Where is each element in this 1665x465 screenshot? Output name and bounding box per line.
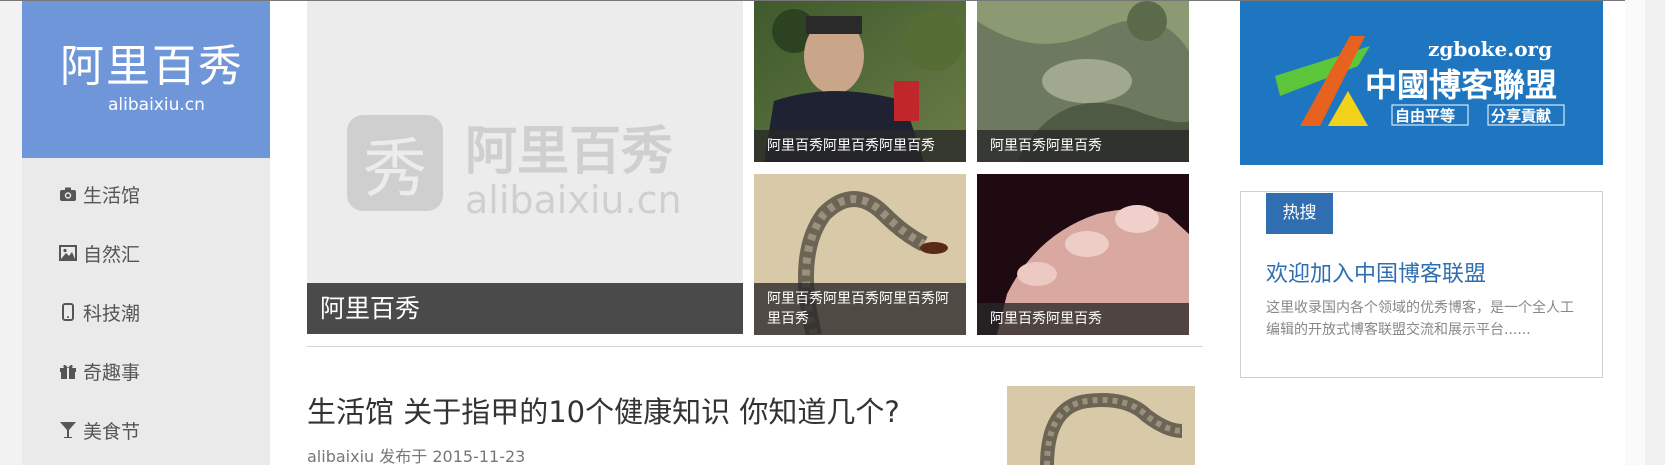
image-icon [58, 243, 78, 263]
post-title[interactable]: 生活馆 关于指甲的10个健康知识 你知道几个? [307, 394, 927, 430]
main-content: 秀 阿里百秀 alibaixiu.cn 阿里百秀 阿里百秀阿里百秀阿里百秀 阿里… [270, 1, 1270, 465]
svg-text:中國博客聯盟: 中國博客聯盟 [1365, 66, 1557, 104]
svg-text:秀: 秀 [363, 133, 427, 207]
phone-icon [58, 302, 78, 322]
snake-thumbnail [1007, 386, 1195, 465]
section-divider [307, 346, 1203, 347]
post-author[interactable]: alibaixiu [307, 447, 374, 465]
nav-item-fun[interactable]: 奇趣事 [58, 356, 140, 386]
thumb-card-2[interactable]: 阿里百秀阿里百秀 [977, 1, 1189, 162]
nav-item-tech[interactable]: 科技潮 [58, 297, 140, 327]
nav-item-label: 奇趣事 [83, 361, 141, 384]
thumb-card-1[interactable]: 阿里百秀阿里百秀阿里百秀 [754, 1, 966, 162]
page-margin [1625, 0, 1645, 465]
svg-text:alibaixiu.cn: alibaixiu.cn [465, 178, 682, 222]
thumb-caption: 阿里百秀阿里百秀 [977, 130, 1189, 162]
watermark-logo: 秀 阿里百秀 alibaixiu.cn [347, 115, 682, 222]
svg-text:分享貢献: 分享貢献 [1491, 107, 1551, 125]
camera-icon [58, 184, 78, 204]
hot-tag[interactable]: 热搜 [1266, 193, 1333, 234]
thumb-caption: 阿里百秀阿里百秀 [977, 303, 1189, 335]
scrollbar[interactable] [1645, 0, 1665, 465]
glass-icon [58, 420, 78, 440]
thumb-caption: 阿里百秀阿里百秀阿里百秀 [754, 130, 966, 162]
thumb-caption: 阿里百秀阿里百秀阿里百秀阿里百秀 [754, 283, 966, 335]
sidebar: 阿里百秀 alibaixiu.cn 生活馆 自然汇 科技潮 奇趣事 美食节 [22, 1, 270, 465]
post-thumbnail[interactable] [1007, 386, 1195, 465]
svg-text:阿里百秀: 阿里百秀 [465, 122, 673, 182]
thumb-card-4[interactable]: 阿里百秀阿里百秀 [977, 174, 1189, 335]
site-logo[interactable]: 阿里百秀 alibaixiu.cn [22, 1, 270, 158]
post-meta: alibaixiu 发布于 2015-11-23 [307, 443, 525, 465]
featured-slide[interactable]: 秀 阿里百秀 alibaixiu.cn 阿里百秀 [307, 1, 743, 334]
featured-caption: 阿里百秀 [307, 283, 743, 334]
page: 阿里百秀 alibaixiu.cn 生活馆 自然汇 科技潮 奇趣事 美食节 秀 … [0, 0, 1665, 465]
ad-banner[interactable]: zgboke.org 中國博客聯盟 自由平等 分享貢献 [1240, 1, 1603, 165]
hot-title[interactable]: 欢迎加入中国博客联盟 [1266, 256, 1486, 288]
logo-text-en: alibaixiu.cn [108, 95, 205, 115]
nav-item-label: 生活馆 [83, 184, 141, 207]
right-sidebar: zgboke.org 中國博客聯盟 自由平等 分享貢献 热搜 欢迎加入中国博客联… [1240, 1, 1625, 465]
nav-item-food[interactable]: 美食节 [58, 415, 140, 445]
banner-graphic: zgboke.org 中國博客聯盟 自由平等 分享貢献 [1240, 1, 1603, 165]
post-date: 发布于 2015-11-23 [379, 447, 526, 465]
logo-text-cn: 阿里百秀 [60, 41, 244, 92]
svg-text:zgboke.org: zgboke.org [1428, 37, 1552, 61]
thumb-card-3[interactable]: 阿里百秀阿里百秀阿里百秀阿里百秀 [754, 174, 966, 335]
svg-text:自由平等: 自由平等 [1395, 107, 1455, 125]
nav-item-life[interactable]: 生活馆 [58, 179, 140, 209]
nav-item-label: 科技潮 [83, 302, 141, 325]
hot-search-box: 热搜 欢迎加入中国博客联盟 这里收录国内各个领域的优秀博客，是一个全人工编辑的开… [1240, 191, 1603, 378]
hot-description: 这里收录国内各个领域的优秀博客，是一个全人工编辑的开放式博客联盟交流和展示平台.… [1266, 300, 1574, 338]
nav-item-label: 自然汇 [83, 243, 141, 266]
gift-icon [58, 361, 78, 381]
nav-item-label: 美食节 [83, 420, 141, 443]
nav-item-nature[interactable]: 自然汇 [58, 238, 140, 268]
